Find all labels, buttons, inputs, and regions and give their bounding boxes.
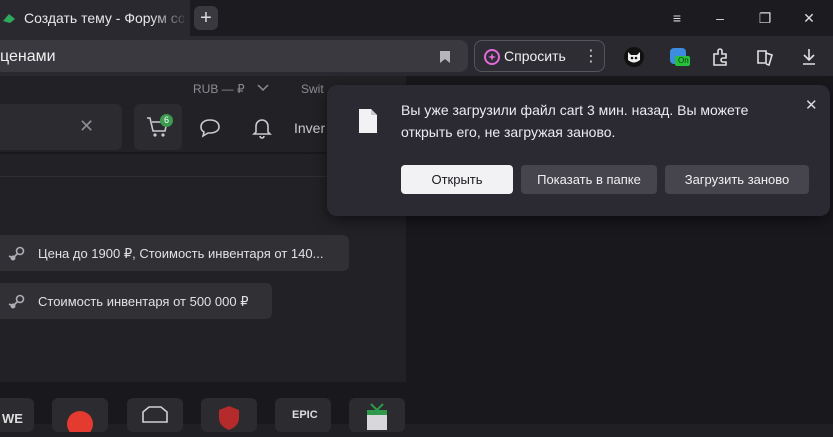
minimize-button[interactable]: – bbox=[710, 8, 730, 28]
address-toolbar: ценами bbox=[0, 36, 833, 76]
close-notification-icon[interactable]: ✕ bbox=[805, 96, 818, 114]
gift-icon bbox=[367, 403, 387, 430]
game-tile-gift[interactable] bbox=[349, 398, 405, 432]
open-file-button[interactable]: Открыть bbox=[401, 165, 513, 194]
cart-button[interactable] bbox=[134, 104, 182, 150]
switch-link[interactable]: Swit bbox=[301, 82, 324, 96]
game-tile-we[interactable]: WE bbox=[0, 398, 34, 432]
notification-message: Вы уже загрузили файл cart 3 мин. назад.… bbox=[401, 102, 749, 140]
game-tile-wot[interactable] bbox=[127, 398, 183, 432]
redownload-button[interactable]: Загрузить заново bbox=[665, 165, 809, 194]
ea-logo-icon bbox=[67, 411, 93, 437]
collections-icon[interactable] bbox=[754, 46, 776, 68]
saved-filter-label: Стоимость инвентаря от 500 000 ₽ bbox=[38, 294, 249, 309]
chat-icon[interactable] bbox=[199, 118, 221, 138]
saved-filter-label: Цена до 1900 ₽, Стоимость инвентаря от 1… bbox=[38, 246, 324, 261]
file-icon bbox=[359, 109, 377, 133]
vpn-on-badge: On bbox=[678, 56, 689, 65]
game-tile-wows[interactable] bbox=[201, 398, 257, 432]
steam-icon bbox=[8, 294, 25, 309]
cat-extension-icon[interactable] bbox=[623, 46, 645, 68]
browser-menu-button[interactable]: ≡ bbox=[667, 8, 687, 28]
site-search-input[interactable] bbox=[0, 104, 122, 150]
bookmark-icon[interactable] bbox=[439, 50, 451, 64]
close-window-button[interactable]: ✕ bbox=[799, 8, 819, 28]
steam-icon bbox=[8, 246, 25, 261]
saved-filter-chip[interactable]: Цена до 1900 ₽, Стоимость инвентаря от 1… bbox=[0, 235, 349, 271]
downloads-icon[interactable] bbox=[798, 46, 820, 68]
inventory-link[interactable]: Inver bbox=[294, 120, 325, 136]
game-tile-ea[interactable] bbox=[52, 398, 108, 437]
bell-icon[interactable] bbox=[252, 117, 272, 139]
address-bar-text: ценами bbox=[0, 48, 56, 65]
ask-alice-button[interactable]: Спросить ⋮ bbox=[474, 40, 605, 72]
restore-button[interactable]: ❐ bbox=[755, 8, 775, 28]
new-tab-button[interactable]: + bbox=[194, 6, 218, 30]
chevron-down-icon[interactable] bbox=[257, 82, 269, 92]
forum-favicon-icon bbox=[3, 14, 15, 23]
tank-logo-icon bbox=[142, 406, 168, 423]
ask-label: Спросить bbox=[504, 48, 566, 64]
shield-logo-icon bbox=[219, 406, 239, 430]
ask-sparkle-icon bbox=[484, 49, 500, 65]
address-bar[interactable]: ценами bbox=[0, 40, 468, 72]
extensions-puzzle-icon[interactable] bbox=[710, 46, 732, 68]
ask-more-icon[interactable]: ⋮ bbox=[583, 46, 599, 66]
vpn-extension-icon[interactable]: On bbox=[668, 46, 690, 68]
show-in-folder-button[interactable]: Показать в папке bbox=[521, 165, 657, 194]
cart-count-badge: 6 bbox=[160, 114, 173, 127]
currency-selector[interactable]: RUB — ₽ bbox=[193, 82, 245, 96]
tab-title-fade bbox=[150, 0, 190, 36]
saved-filter-chip[interactable]: Стоимость инвентаря от 500 000 ₽ bbox=[0, 283, 272, 319]
clear-search-icon[interactable]: ✕ bbox=[79, 116, 94, 137]
game-tile-epic[interactable]: EPIC bbox=[275, 398, 331, 432]
game-logo-text: EPIC bbox=[292, 409, 318, 421]
browser-tab[interactable]: Создать тему - Форум со bbox=[0, 0, 190, 36]
